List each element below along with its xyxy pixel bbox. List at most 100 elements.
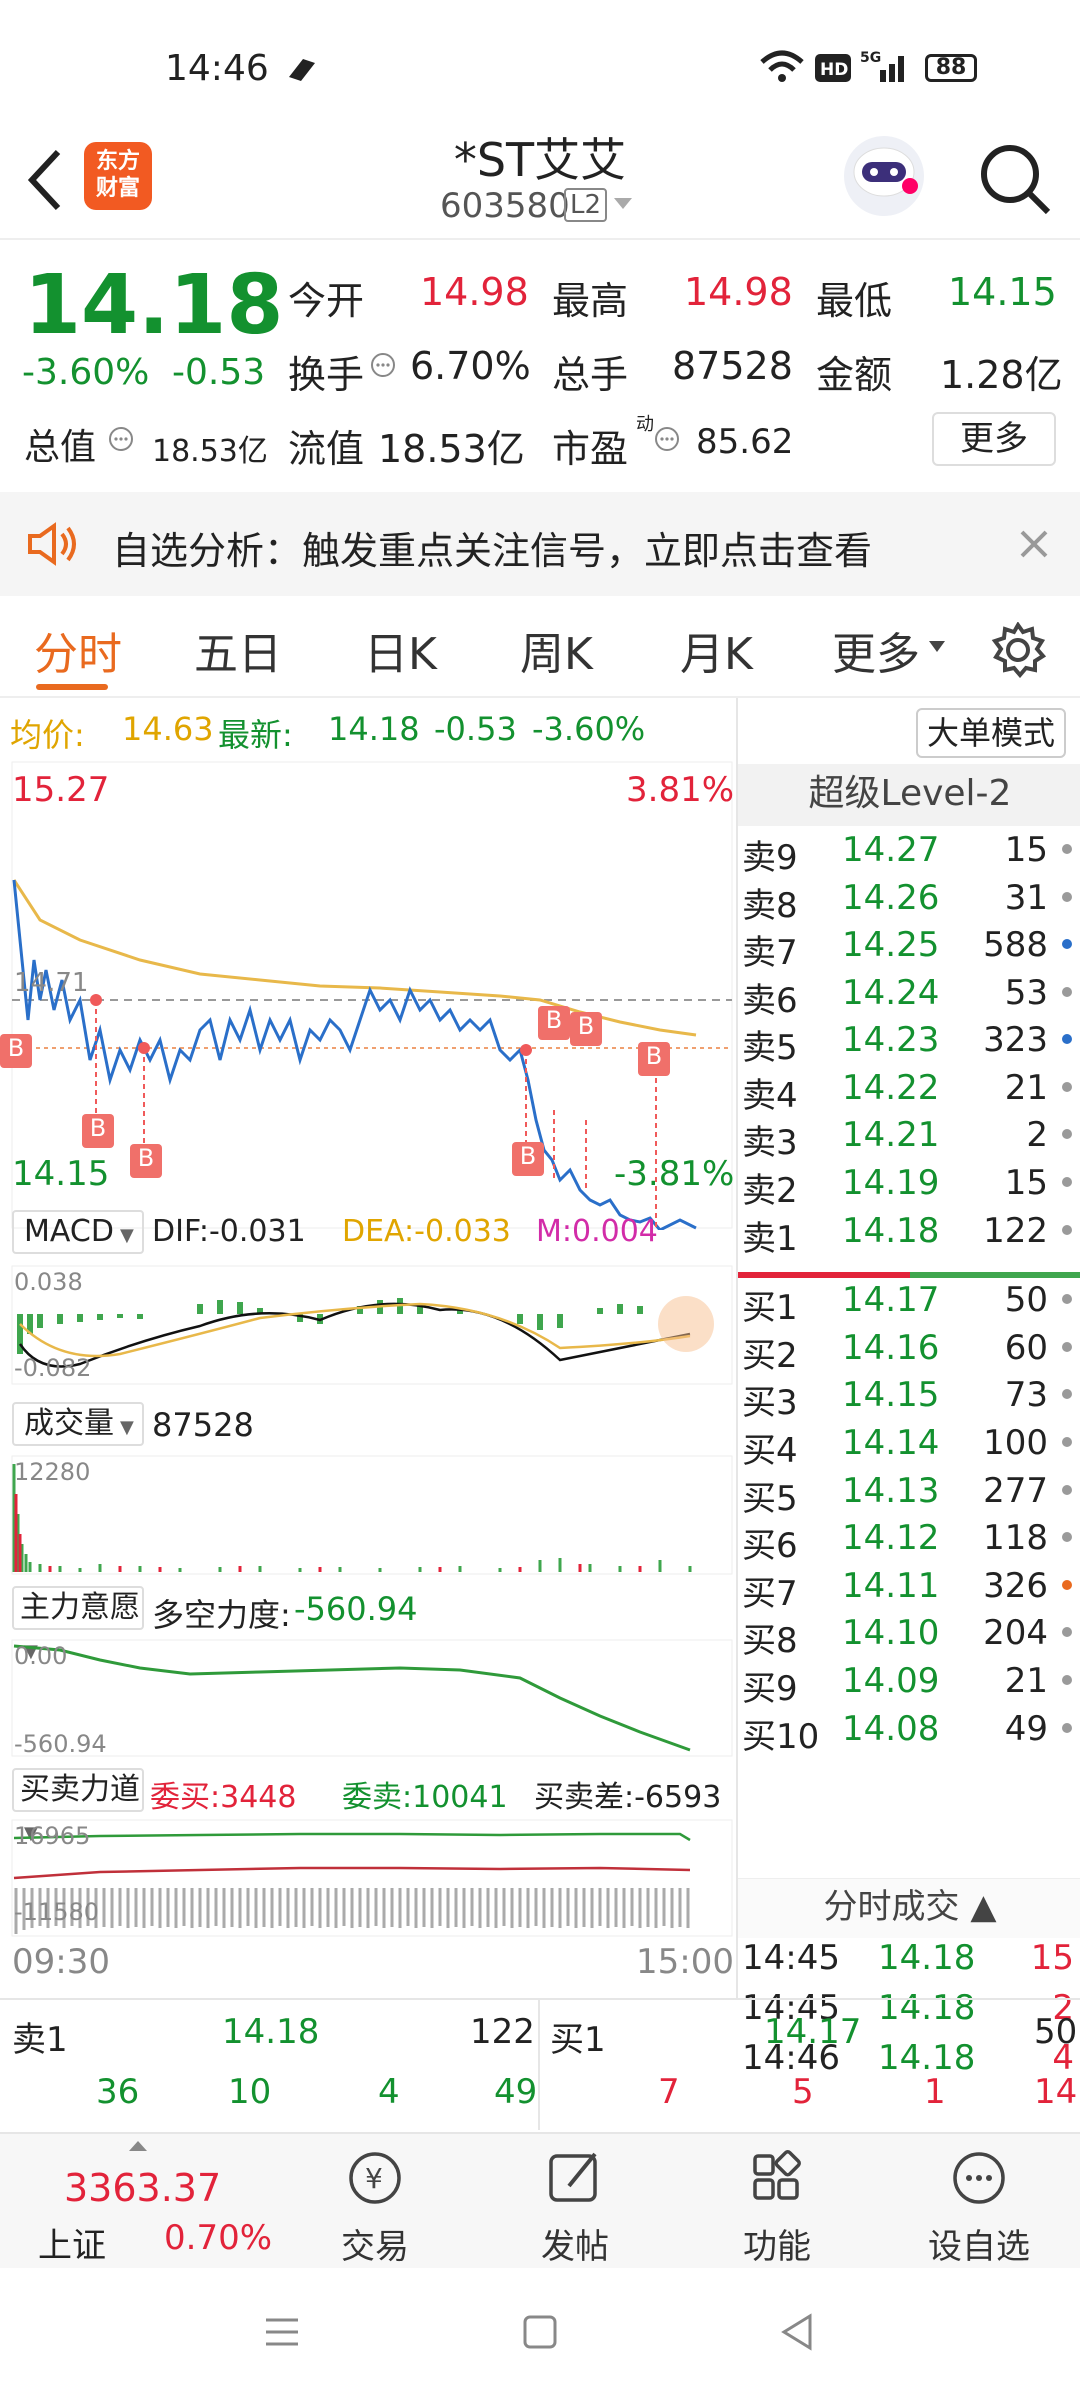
- buy-level-label: 买2: [742, 1335, 798, 1376]
- nav-function[interactable]: 功能: [712, 2146, 842, 2268]
- volume-selector[interactable]: 成交量 ▼: [12, 1402, 144, 1446]
- main-force-selector[interactable]: 主力意愿▼: [12, 1586, 144, 1662]
- ticker-buy-price: 14.17: [764, 2012, 862, 2052]
- buysell-selector[interactable]: 买卖力道▼: [12, 1768, 144, 1844]
- buy-level-row[interactable]: 买10 14.08 49: [738, 1705, 1080, 1757]
- float-value-label: 流值: [288, 427, 365, 471]
- more-dots-icon: [953, 2152, 1005, 2204]
- trade-ticks-title[interactable]: 分时成交 ▲: [738, 1878, 1080, 1938]
- info-icon[interactable]: [108, 426, 134, 452]
- macd-selector[interactable]: MACD ▼: [12, 1210, 144, 1254]
- dropdown-icon[interactable]: [612, 196, 634, 212]
- index-quote[interactable]: 3363.37 上证 0.70%: [0, 2134, 272, 2270]
- sell-level-row[interactable]: 卖1 14.18 122: [738, 1207, 1080, 1259]
- buy-signal-badge: B: [130, 1144, 162, 1178]
- back-icon[interactable]: [778, 2312, 818, 2352]
- sell-level-label: 卖6: [742, 980, 798, 1021]
- buy-level-row[interactable]: 买6 14.12 118: [738, 1514, 1080, 1566]
- sell-level-row[interactable]: 卖9 14.27 15: [738, 826, 1080, 878]
- battery-icon: 88: [925, 54, 977, 82]
- open-value: 14.98: [420, 270, 529, 314]
- main-force-top: 0.00: [14, 1642, 68, 1670]
- buy-level-volume: 60: [1004, 1327, 1048, 1368]
- volume-value: 87528: [152, 1406, 254, 1444]
- buy-level-volume: 277: [983, 1470, 1048, 1511]
- latest-pct: -3.60%: [532, 710, 646, 748]
- buy-level-dot: [1062, 1294, 1072, 1305]
- buy-level-row[interactable]: 买5 14.13 277: [738, 1467, 1080, 1519]
- sell-level-row[interactable]: 卖4 14.22 21: [738, 1064, 1080, 1116]
- index-name: 上证: [38, 2226, 106, 2266]
- buy-level-volume: 100: [983, 1423, 1048, 1464]
- tab-monthly-k[interactable]: 月K: [680, 618, 753, 682]
- robot-assistant-icon[interactable]: [842, 134, 926, 218]
- buy-level-row[interactable]: 买4 14.14 100: [738, 1419, 1080, 1471]
- avg-label: 均价:: [10, 716, 85, 754]
- buy-level-row[interactable]: 买8 14.10 204: [738, 1609, 1080, 1661]
- sell-level-label: 卖8: [742, 885, 798, 926]
- tab-intraday[interactable]: 分时: [34, 618, 122, 682]
- trade-tick-row: 14:45 14.18 15: [738, 1934, 1080, 1982]
- nav-post[interactable]: 发帖: [510, 2146, 640, 2268]
- intraday-chart-panel[interactable]: 均价: 14.63 最新: 14.18 -0.53 -3.60% 大单模式 15…: [0, 698, 1066, 1998]
- amount-label: 金额: [816, 353, 893, 397]
- sell-level-row[interactable]: 卖3 14.21 2: [738, 1111, 1080, 1163]
- tab-more[interactable]: 更多: [832, 618, 920, 682]
- ticker-sell-queue: 10: [228, 2072, 272, 2112]
- buy-level-row[interactable]: 买9 14.09 21: [738, 1657, 1080, 1709]
- macd-chart[interactable]: [0, 1264, 736, 1386]
- nav-add-watchlist[interactable]: 设自选: [914, 2146, 1044, 2268]
- volume-chart[interactable]: [0, 1454, 736, 1576]
- menu-icon[interactable]: [262, 2312, 302, 2352]
- gear-icon[interactable]: [990, 622, 1046, 678]
- ticker-sell-queue: 36: [96, 2072, 140, 2112]
- home-icon[interactable]: [520, 2312, 560, 2352]
- buy-level-label: 买1: [742, 1288, 798, 1329]
- buy-level-row[interactable]: 买1 14.17 50: [738, 1276, 1080, 1328]
- quote-panel: 14.18 -3.60% -0.53 总值 18.53亿 今开 14.98 最高…: [0, 242, 1080, 492]
- chart-info-line: 均价: 14.63 最新: 14.18 -0.53 -3.60%: [0, 698, 736, 758]
- sell-level-volume: 323: [983, 1020, 1048, 1061]
- sell-level-row[interactable]: 卖5 14.23 323: [738, 1016, 1080, 1068]
- volume-max: 12280: [14, 1458, 91, 1486]
- tab-weekly-k[interactable]: 周K: [520, 618, 593, 682]
- tab-daily-k[interactable]: 日K: [364, 618, 437, 682]
- buy-level-dot: [1062, 1341, 1072, 1352]
- wifi-icon: [760, 50, 804, 82]
- buy-level-row[interactable]: 买3 14.15 73: [738, 1371, 1080, 1423]
- sell-level-row[interactable]: 卖2 14.19 15: [738, 1159, 1080, 1211]
- more-button[interactable]: 更多: [932, 412, 1056, 466]
- info-icon[interactable]: [370, 352, 396, 378]
- status-bar: 14:46 HD 5G 88: [0, 0, 1080, 120]
- sell-level-dot: [1062, 1081, 1072, 1092]
- buy-level-row[interactable]: 买2 14.16 60: [738, 1324, 1080, 1376]
- main-force-chart[interactable]: [0, 1638, 736, 1758]
- sell-level-price: 14.22: [842, 1067, 940, 1108]
- macd-dif: DIF:-0.031: [152, 1214, 306, 1249]
- sell-level-row[interactable]: 卖7 14.25 588: [738, 921, 1080, 973]
- buy-level-label: 买6: [742, 1526, 798, 1567]
- nav-trade[interactable]: ¥ 交易: [310, 2146, 440, 2268]
- turnover-value: 6.70%: [410, 344, 531, 388]
- search-icon[interactable]: [978, 142, 1052, 216]
- tab-five-day[interactable]: 五日: [194, 618, 282, 682]
- sell-level-dot: [1062, 1034, 1072, 1045]
- sell-level-label: 卖5: [742, 1028, 798, 1069]
- index-value: 3363.37: [64, 2166, 222, 2210]
- buy-level-row[interactable]: 买7 14.11 326: [738, 1562, 1080, 1614]
- buy-level-price: 14.08: [842, 1708, 940, 1749]
- notice-bar[interactable]: 自选分析：触发重点关注信号，立即点击查看: [0, 492, 1080, 596]
- buysell-bottom: -11580: [14, 1898, 100, 1926]
- close-icon[interactable]: [1018, 528, 1050, 560]
- sell-level-row[interactable]: 卖8 14.26 31: [738, 874, 1080, 926]
- sell-level-row[interactable]: 卖6 14.24 53: [738, 969, 1080, 1021]
- buysell-chart[interactable]: [0, 1818, 736, 1938]
- trade-icon: ¥: [349, 2152, 401, 2204]
- macd-label: MACD: [24, 1214, 114, 1249]
- buy-level-price: 14.09: [842, 1660, 940, 1701]
- level2-title[interactable]: 超级Level-2: [738, 764, 1080, 826]
- buysell-top: 16965: [14, 1822, 91, 1850]
- ticker-buy-queue: 14: [1034, 2072, 1078, 2112]
- info-icon[interactable]: [654, 426, 680, 452]
- buy-level-label: 买10: [742, 1716, 820, 1757]
